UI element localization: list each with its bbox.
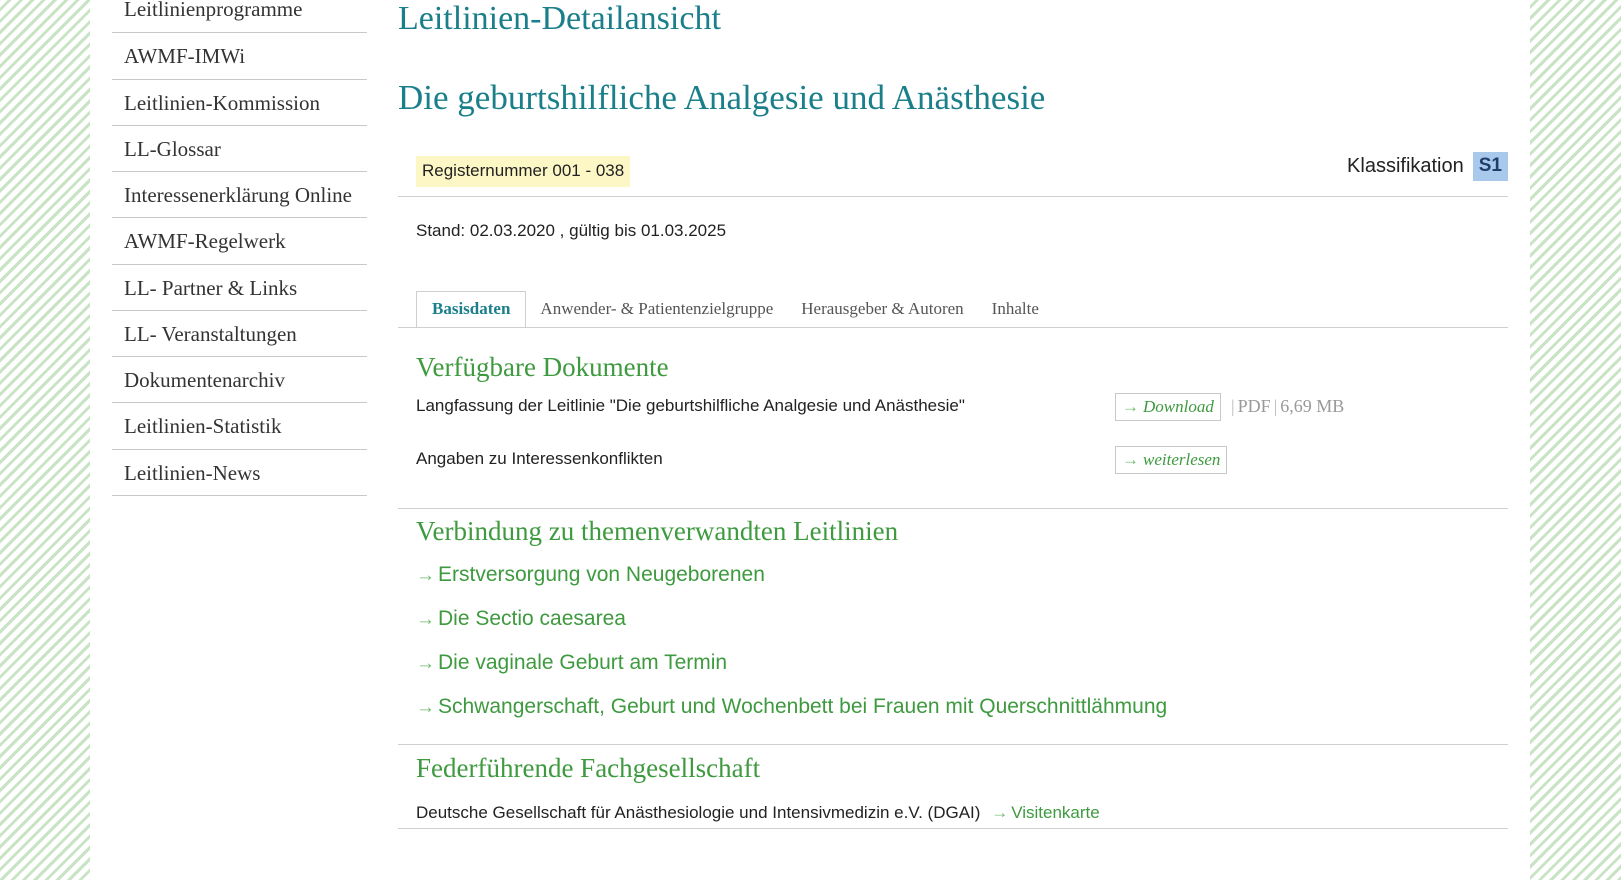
sidebar-item-leitlinien-news[interactable]: Leitlinien-News [112,450,367,496]
sidebar-item-ll-partner-links[interactable]: LL- Partner & Links [112,265,367,311]
page-container: Leitlinienprogramme AWMF-IMWi Leitlinien… [90,0,1530,880]
related-link-sectio[interactable]: → Die Sectio caesarea [416,607,626,631]
document-label-conflicts: Angaben zu Interessenkonflikten [416,449,663,468]
validity-date: Stand: 02.03.2020 , gültig bis 01.03.202… [416,221,727,240]
sidebar-item-leitlinien-kommission[interactable]: Leitlinien-Kommission [112,80,367,126]
lead-society-row: Deutsche Gesellschaft für Anästhesiologi… [416,803,1100,823]
arrow-right-icon: → [416,565,435,586]
arrow-right-icon: → [1122,397,1139,416]
divider [398,196,1508,197]
tab-bar: Basisdaten Anwender- & Patientenzielgrup… [416,290,1053,328]
related-link-vaginale-geburt[interactable]: → Die vaginale Geburt am Termin [416,651,727,675]
lead-society-heading: Federführende Fachgesellschaft [416,753,761,783]
section-title: Leitlinien-Detailansicht [398,0,721,37]
tab-inhalte[interactable]: Inhalte [978,293,1053,327]
sidebar-item-awmf-imwi[interactable]: AWMF-IMWi [112,33,367,80]
download-button-label: Download [1143,397,1214,416]
sidebar-item-awmf-regelwerk[interactable]: AWMF-Regelwerk [112,218,367,265]
file-format: PDF [1237,396,1271,416]
divider [398,744,1508,745]
tab-anwender-patientenzielgruppe[interactable]: Anwender- & Patientenzielgruppe [526,293,787,327]
lead-society-name: Deutsche Gesellschaft für Anästhesiologi… [416,803,981,822]
divider [398,508,1508,509]
weiterlesen-button[interactable]: → weiterlesen [1115,446,1228,474]
sidebar-item-interessenerklaerung[interactable]: Interessenerklärung Online [112,172,367,219]
visitenkarte-label: Visitenkarte [1011,803,1100,822]
related-link-erstversorgung[interactable]: → Erstversorgung von Neugeborenen [416,563,765,587]
weiterlesen-button-label: weiterlesen [1143,450,1221,469]
sidebar-item-leitlinienprogramme[interactable]: Leitlinienprogramme [112,0,367,34]
classification-label: Klassifikation [1347,155,1464,177]
related-link-label: Erstversorgung von Neugeborenen [438,563,765,586]
related-link-querschnittlaehmung[interactable]: → Schwangerschaft, Geburt und Wochenbett … [416,695,1167,719]
sidebar-nav: Leitlinienprogramme AWMF-IMWi Leitlinien… [112,0,367,496]
arrow-right-icon: → [1122,450,1139,469]
classification-badge: S1 [1472,152,1508,181]
divider [398,828,1508,829]
related-link-label: Die Sectio caesarea [438,607,626,630]
document-label-longversion: Langfassung der Leitlinie "Die geburtshi… [416,396,965,415]
file-meta: | PDF | 6,69 MB [1231,396,1345,416]
arrow-right-icon: → [416,609,435,630]
download-button[interactable]: → Download [1115,393,1221,421]
sidebar-item-dokumentenarchiv[interactable]: Dokumentenarchiv [112,357,367,404]
sidebar-item-ll-veranstaltungen[interactable]: LL- Veranstaltungen [112,311,367,357]
visitenkarte-link[interactable]: → Visitenkarte [991,803,1100,822]
sidebar-item-ll-glossar[interactable]: LL-Glossar [112,126,367,172]
related-link-label: Schwangerschaft, Geburt und Wochenbett b… [438,695,1168,718]
register-number-badge: Registernummer 001 - 038 [416,156,631,187]
arrow-right-icon: → [416,697,435,718]
arrow-right-icon: → [416,653,435,674]
related-heading: Verbindung zu themenverwandten Leitlinie… [416,516,899,546]
sidebar-item-leitlinien-statistik[interactable]: Leitlinien-Statistik [112,403,367,450]
arrow-right-icon: → [991,803,1009,822]
tab-basisdaten[interactable]: Basisdaten [416,291,527,328]
tab-herausgeber-autoren[interactable]: Herausgeber & Autoren [787,293,977,327]
page-title: Die geburtshilfliche Analgesie und Anäst… [398,78,1046,117]
documents-heading: Verfügbare Dokumente [416,352,669,382]
tab-bar-divider [398,327,1508,328]
file-size: 6,69 MB [1280,396,1345,416]
related-link-label: Die vaginale Geburt am Termin [438,651,728,674]
classification: Klassifikation S1 [1347,152,1508,181]
